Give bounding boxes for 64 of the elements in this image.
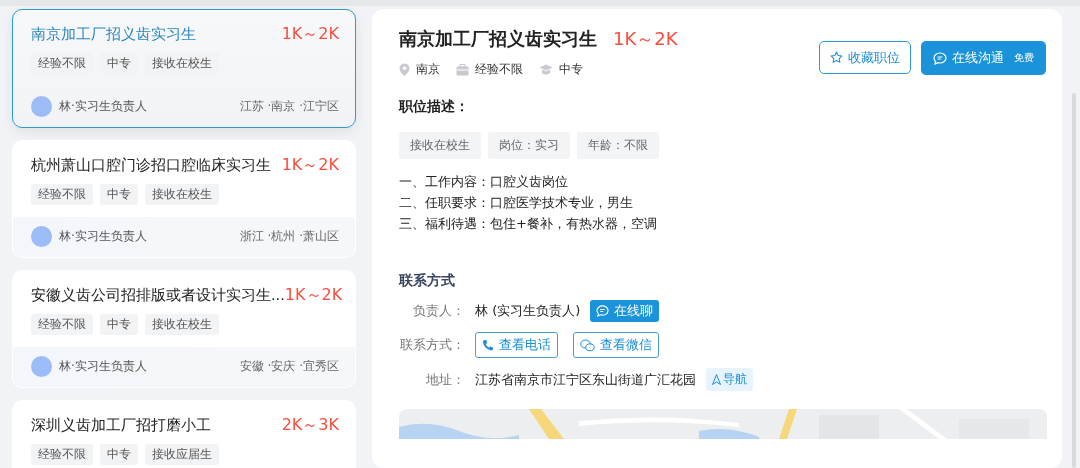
job-meta: 南京 [416,61,440,78]
contact-person: 林 (实习生负责人) [475,302,581,320]
online-chat-button[interactable]: 在线聊 [590,300,660,322]
description-line: 三、福利待遇：包住+餐补，有热水器，空调 [399,215,658,233]
job-tag: 经验不限 [31,184,93,205]
view-wechat-button[interactable]: 查看微信 [573,332,659,358]
navigation-arrow-icon [712,374,721,385]
job-tag: 岗位：实习 [488,132,570,159]
favorite-button[interactable]: 收藏职位 [819,41,911,74]
phone-icon [482,338,494,352]
address: 江苏省南京市江宁区东山街道广汇花园 [475,370,696,389]
recruiter-name: 林·实习生负责人 [59,358,148,375]
field-label: 负责人： [412,302,465,320]
job-title: 南京加工厂招义齿实习生 [31,25,196,44]
field-label: 联系方式： [399,336,465,354]
job-tag: 接收在校生 [399,132,481,159]
job-title: 安徽义齿公司招排版或者设计实习生... [31,286,285,305]
job-title: 南京加工厂招义齿实习生 [399,27,597,51]
avatar-icon [31,96,52,117]
job-card[interactable]: 安徽义齿公司招排版或者设计实习生...1K～2K 经验不限 中专 接收在校生 林·实习生负责人 安徽 ·安庆 ·宜秀区 [12,270,356,388]
section-heading: 职位描述： [399,98,470,116]
section-heading: 联系方式 [399,272,456,290]
briefcase-icon [456,63,469,76]
job-tag: 中专 [100,444,138,465]
view-phone-button[interactable]: 查看电话 [475,332,558,358]
job-title: 深圳义齿加工厂招打磨小工 [31,416,211,435]
recruiter-name: 林·实习生负责人 [59,228,148,245]
job-title: 杭州萧山口腔门诊招口腔临床实习生 [31,156,271,175]
job-tag: 中专 [100,184,138,205]
job-card[interactable]: 深圳义齿加工厂招打磨小工 2K～3K 经验不限 中专 接收应届生 [12,400,356,468]
job-tag: 接收应届生 [145,444,219,465]
job-location: 安徽 ·安庆 ·宜秀区 [239,358,339,375]
job-tag: 接收在校生 [145,184,219,205]
navigate-button[interactable]: 导航 [706,368,753,391]
job-location: 浙江 ·杭州 ·萧山区 [239,228,339,245]
job-card[interactable]: 南京加工厂招义齿实习生 1K～2K 经验不限 中专 接收在校生 林·实习生负责人 江苏 ·南京 ·江宁区 [12,9,356,128]
description-line: 一、工作内容：口腔义齿岗位 [399,173,569,191]
job-meta: 经验不限 [475,61,523,78]
job-tag: 经验不限 [31,444,93,465]
avatar-icon [31,356,52,377]
job-card[interactable]: 杭州萧山口腔门诊招口腔临床实习生 1K～2K 经验不限 中专 接收在校生 林·实习生负责人 浙江 ·杭州 ·萧山区 [12,140,356,258]
job-location: 江苏 ·南京 ·江宁区 [239,98,339,115]
free-label: 免费 [1014,51,1034,65]
chat-button[interactable]: 在线沟通 免费 [921,41,1046,75]
job-tag: 中专 [100,314,138,335]
job-tag: 接收在校生 [145,314,219,335]
field-label: 地址： [425,370,465,389]
salary: 1K～2K [281,24,339,45]
salary: 1K～2K [613,27,678,51]
chat-bubble-icon [596,305,610,317]
job-tag: 年龄：不限 [577,132,659,159]
job-tag: 经验不限 [31,314,93,335]
recruiter-name: 林·实习生负责人 [59,98,148,115]
salary: 1K～2K [284,285,343,306]
graduation-cap-icon [539,64,553,75]
description-line: 二、任职要求：口腔医学技术专业，男生 [399,194,634,212]
job-meta: 中专 [559,61,583,78]
star-icon [830,51,843,64]
salary: 1K～2K [281,155,339,176]
avatar-icon [31,226,52,247]
chat-bubble-icon [933,51,947,65]
salary: 2K～3K [281,415,339,436]
location-pin-icon [399,63,410,76]
wechat-icon [580,338,595,352]
